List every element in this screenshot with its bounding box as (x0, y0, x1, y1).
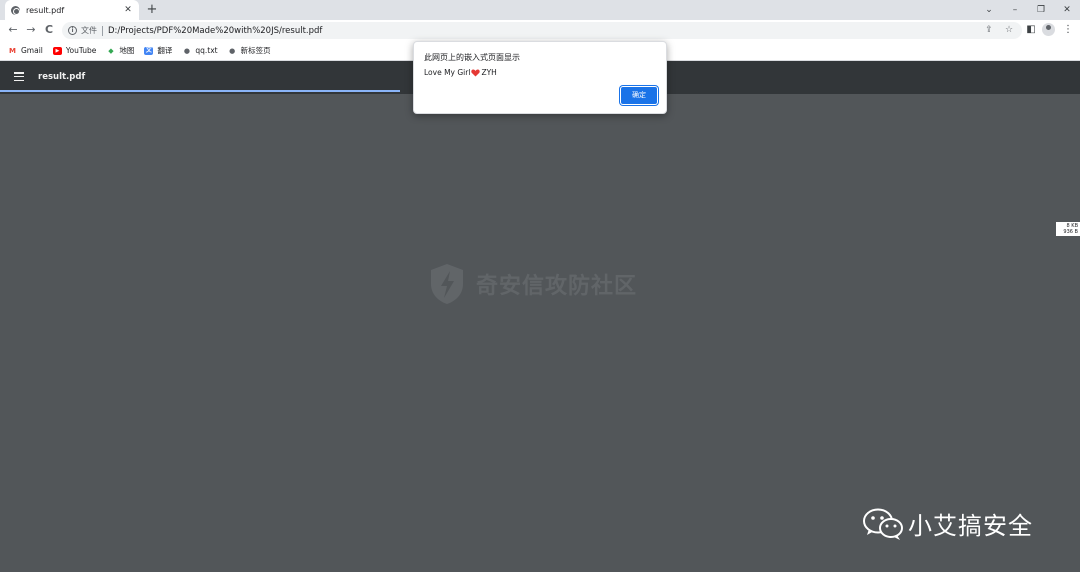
alert-dialog: 此网页上的嵌入式页面显示 Love My Girl ZYH 确定 (413, 41, 667, 114)
dialog-message-start: Love My Girl (424, 68, 471, 77)
watermark-center: 奇安信攻防社区 (428, 262, 637, 306)
tab-search-button[interactable]: ⌄ (976, 0, 1002, 20)
avatar[interactable] (1042, 23, 1055, 36)
gmail-icon: M (9, 46, 16, 55)
dialog-message-end: ZYH (481, 68, 497, 77)
bookmark-new-tab[interactable]: ● 新标签页 (228, 45, 271, 56)
new-tab-button[interactable]: + (145, 1, 159, 19)
wechat-icon (863, 508, 903, 540)
pdf-title: result.pdf (38, 72, 86, 82)
browser-toolbar: ← → C i 文件 D:/Projects/PDF%20Made%20with… (0, 20, 1080, 41)
forward-button[interactable]: → (24, 23, 38, 37)
side-label-line2: 936 B (1063, 229, 1078, 235)
side-panel-icon[interactable]: ◧ (1024, 23, 1038, 37)
bookmark-label: 地图 (119, 46, 135, 55)
scheme-label: 文件 (81, 26, 97, 35)
share-icon[interactable]: ⇪ (982, 22, 996, 39)
reload-button[interactable]: C (42, 23, 56, 37)
bookmark-star-icon[interactable]: ☆ (1002, 22, 1016, 39)
side-info-label: 8 KB 936 B (1056, 222, 1080, 236)
url-text[interactable]: D:/Projects/PDF%20Made%20with%20JS/resul… (108, 26, 322, 36)
tab-title: result.pdf (26, 5, 65, 15)
restore-button[interactable]: ❐ (1028, 0, 1054, 20)
ok-button[interactable]: 确定 (621, 87, 657, 104)
globe-icon: ● (183, 46, 190, 55)
globe-icon: ● (229, 46, 236, 55)
youtube-icon: ▶ (52, 46, 62, 55)
bookmark-label: Gmail (21, 46, 43, 55)
dialog-message: Love My Girl ZYH (424, 68, 497, 77)
loading-progress-bar (0, 90, 400, 92)
bookmark-label: 新标签页 (240, 46, 271, 55)
menu-icon[interactable]: ⋮ (1061, 23, 1075, 37)
menu-icon[interactable] (14, 72, 24, 82)
watermark-bottom-right-text: 小艾搞安全 (908, 512, 1033, 540)
close-window-button[interactable]: ✕ (1054, 0, 1080, 20)
translate-icon: 文 (144, 46, 154, 55)
bookmark-youtube[interactable]: ▶ YouTube (52, 46, 97, 55)
close-tab-button[interactable]: ✕ (123, 5, 133, 15)
bookmark-translate[interactable]: 文 翻译 (144, 45, 172, 56)
address-bar[interactable]: i 文件 D:/Projects/PDF%20Made%20with%20JS/… (62, 22, 1022, 39)
tab-result-pdf[interactable]: result.pdf ✕ (5, 0, 139, 20)
pdf-viewer-area[interactable] (0, 94, 1080, 572)
divider (102, 25, 103, 36)
bookmark-maps[interactable]: ◆ 地图 (106, 45, 134, 56)
watermark-center-text: 奇安信攻防社区 (476, 274, 638, 299)
bookmark-gmail[interactable]: M Gmail (8, 46, 43, 55)
dialog-title: 此网页上的嵌入式页面显示 (424, 53, 520, 62)
back-button[interactable]: ← (6, 23, 20, 37)
tab-strip: result.pdf ✕ + ⌄ – ❐ ✕ (0, 0, 1080, 20)
minimize-button[interactable]: – (1002, 0, 1028, 20)
heart-icon (471, 69, 481, 77)
bookmark-label: qq.txt (195, 46, 218, 55)
info-icon[interactable]: i (68, 26, 77, 35)
maps-icon: ◆ (108, 46, 114, 55)
globe-icon (11, 5, 20, 15)
shield-logo-icon (431, 264, 463, 304)
bookmark-qq-txt[interactable]: ● qq.txt (182, 46, 218, 55)
watermark-bottom-right: 小艾搞安全 (862, 506, 1033, 541)
bookmark-label: 翻译 (157, 46, 173, 55)
bookmark-label: YouTube (65, 46, 97, 55)
